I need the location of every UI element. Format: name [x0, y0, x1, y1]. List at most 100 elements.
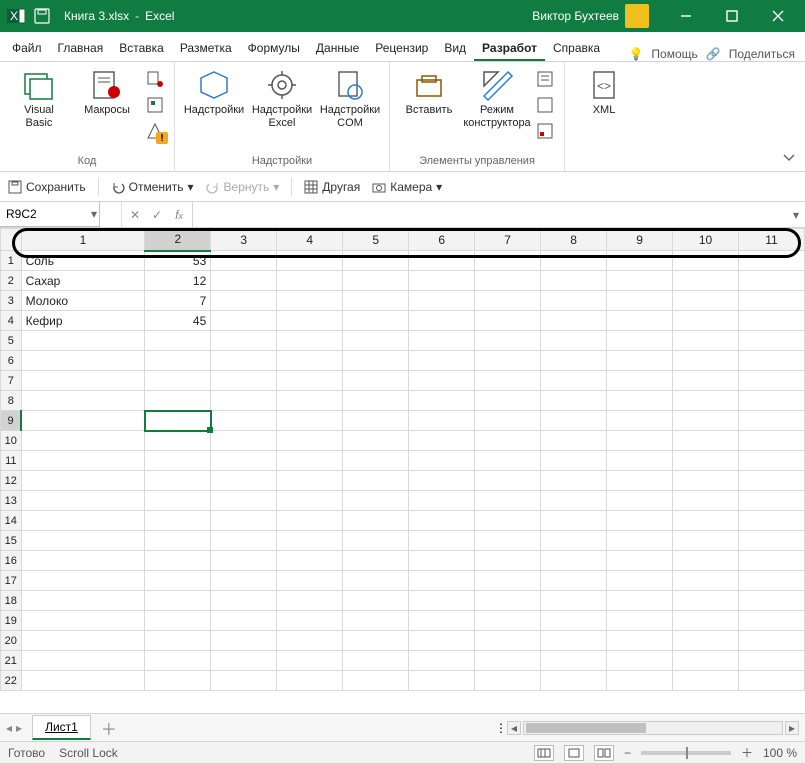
cell[interactable] [475, 531, 541, 551]
cell[interactable] [211, 271, 277, 291]
row-header[interactable]: 14 [1, 511, 22, 531]
cell[interactable] [673, 471, 739, 491]
cell[interactable]: Кефир [21, 311, 145, 331]
row-header[interactable]: 21 [1, 651, 22, 671]
visual-basic-button[interactable]: VisualBasic [8, 66, 70, 130]
row-header[interactable]: 6 [1, 351, 22, 371]
cell[interactable] [343, 531, 409, 551]
cell[interactable] [343, 471, 409, 491]
column-header[interactable]: 3 [211, 229, 277, 251]
cell[interactable] [607, 451, 673, 471]
cell[interactable] [343, 631, 409, 651]
cell[interactable] [409, 351, 475, 371]
cell[interactable] [607, 471, 673, 491]
cell[interactable] [277, 251, 343, 271]
cell[interactable] [673, 291, 739, 311]
row-header[interactable]: 19 [1, 611, 22, 631]
scroll-right-button[interactable]: ▸ [785, 721, 799, 735]
cell[interactable] [145, 431, 211, 451]
column-header[interactable]: 1 [21, 229, 145, 251]
design-mode-button[interactable]: Режимконструктора [466, 66, 528, 130]
tab-данные[interactable]: Данные [308, 35, 367, 61]
cell[interactable] [475, 411, 541, 431]
cell[interactable] [739, 371, 805, 391]
cell[interactable] [739, 531, 805, 551]
cell[interactable] [607, 271, 673, 291]
cell[interactable] [607, 611, 673, 631]
cell[interactable] [21, 591, 145, 611]
accept-formula-icon[interactable]: ✓ [148, 208, 166, 222]
cell[interactable] [739, 571, 805, 591]
tab-разметка[interactable]: Разметка [172, 35, 240, 61]
cell[interactable] [673, 371, 739, 391]
cell[interactable] [277, 591, 343, 611]
autosave-icon[interactable] [30, 4, 54, 28]
cell[interactable] [409, 511, 475, 531]
cell[interactable] [343, 431, 409, 451]
expand-formula-icon[interactable]: ▾ [793, 208, 799, 222]
column-header[interactable]: 11 [739, 229, 805, 251]
cell[interactable] [211, 491, 277, 511]
cell[interactable] [409, 551, 475, 571]
tab-главная[interactable]: Главная [50, 35, 112, 61]
cell[interactable] [145, 471, 211, 491]
tab-вставка[interactable]: Вставка [111, 35, 172, 61]
cell[interactable] [145, 611, 211, 631]
column-header[interactable]: 4 [277, 229, 343, 251]
scroll-split-icon[interactable]: ⋮ [495, 721, 507, 735]
cell[interactable] [541, 391, 607, 411]
cell[interactable] [739, 351, 805, 371]
row-header[interactable]: 3 [1, 291, 22, 311]
cell[interactable] [739, 411, 805, 431]
cell[interactable] [409, 291, 475, 311]
cell[interactable] [409, 251, 475, 271]
cell[interactable] [21, 531, 145, 551]
cell[interactable] [145, 531, 211, 551]
column-header[interactable]: 2 [145, 229, 211, 251]
name-box[interactable]: R9C2▾ [0, 202, 100, 227]
zoom-in-button[interactable]: ＋ [741, 744, 753, 761]
cell[interactable] [409, 331, 475, 351]
cell[interactable] [607, 591, 673, 611]
cell[interactable] [673, 351, 739, 371]
cell[interactable] [21, 371, 145, 391]
cell[interactable] [21, 551, 145, 571]
cell[interactable] [343, 551, 409, 571]
cell[interactable] [607, 571, 673, 591]
cell[interactable] [211, 571, 277, 591]
cell[interactable] [277, 471, 343, 491]
scroll-left-button[interactable]: ◂ [507, 721, 521, 735]
cell[interactable] [277, 411, 343, 431]
cell[interactable] [739, 611, 805, 631]
cell[interactable] [739, 671, 805, 691]
cell[interactable] [541, 411, 607, 431]
cell[interactable] [277, 311, 343, 331]
cell[interactable] [541, 551, 607, 571]
cell[interactable] [145, 511, 211, 531]
cell[interactable] [277, 631, 343, 651]
cell[interactable] [343, 591, 409, 611]
cell[interactable] [475, 671, 541, 691]
cell[interactable] [541, 511, 607, 531]
cell[interactable] [145, 591, 211, 611]
page-layout-view-button[interactable] [564, 745, 584, 761]
cell[interactable] [343, 511, 409, 531]
row-header[interactable]: 15 [1, 531, 22, 551]
cell[interactable] [21, 431, 145, 451]
cell[interactable] [211, 411, 277, 431]
row-header[interactable]: 22 [1, 671, 22, 691]
cell[interactable] [475, 511, 541, 531]
tab-справка[interactable]: Справка [545, 35, 608, 61]
column-header[interactable]: 6 [409, 229, 475, 251]
cell[interactable] [211, 291, 277, 311]
cell[interactable] [673, 611, 739, 631]
cell[interactable] [475, 271, 541, 291]
cell[interactable] [277, 371, 343, 391]
cell[interactable] [343, 411, 409, 431]
cell[interactable] [145, 631, 211, 651]
properties-button[interactable] [534, 68, 556, 90]
cell[interactable]: 7 [145, 291, 211, 311]
cell[interactable] [343, 651, 409, 671]
cell[interactable] [21, 411, 145, 431]
cell[interactable] [409, 391, 475, 411]
